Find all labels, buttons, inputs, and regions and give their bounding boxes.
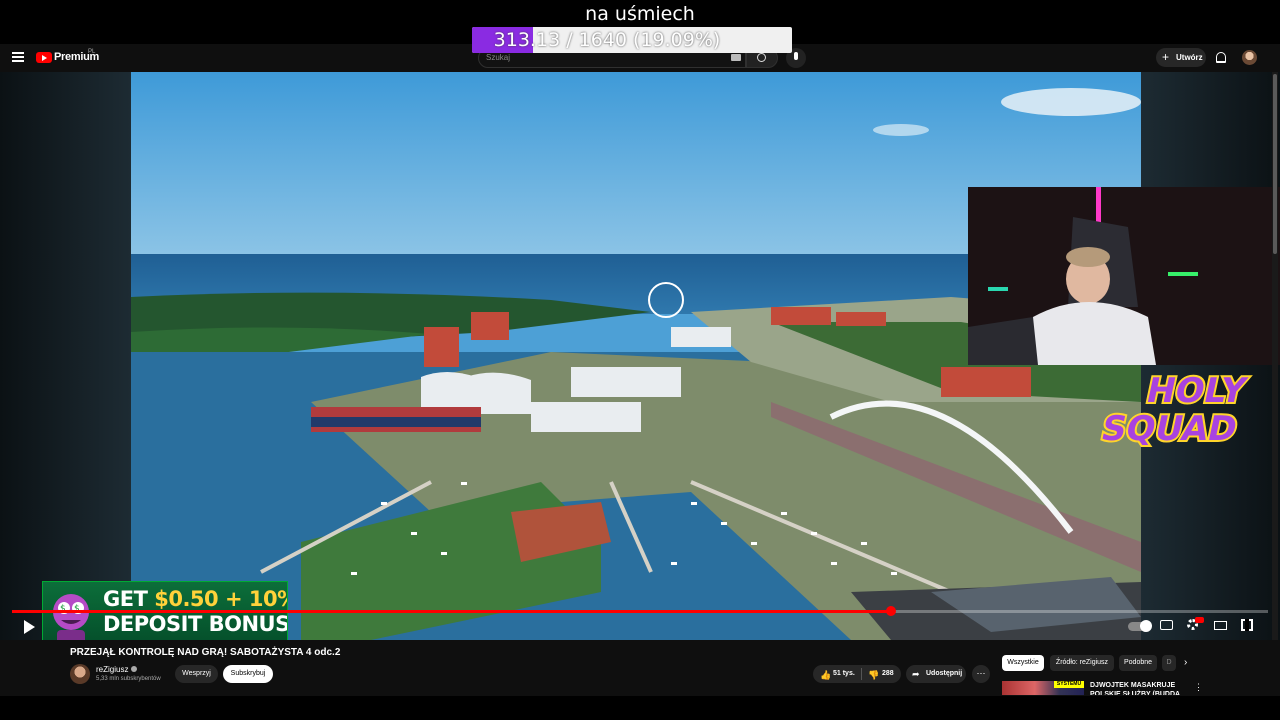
microphone-icon [794,52,798,60]
dislike-count[interactable]: 288 [882,670,894,677]
stream-overlay-caption: na uśmiech [585,3,695,25]
holy-squad-logo-image: HOLY SQUAD [1096,369,1253,451]
share-label: Udostępnij [926,670,963,677]
subscriber-count: 5,33 mln subskrybentów [96,676,161,682]
thumbnail-badge: SYSTEMU [1054,681,1084,688]
ambient-left [0,72,131,640]
search-placeholder: Szukaj [486,53,511,62]
chip-similar[interactable]: Podobne [1119,655,1157,671]
kebab-menu-icon[interactable]: ⋮ [1194,682,1203,693]
like-count[interactable]: 51 tys. [833,670,855,677]
monster-mascot-icon: $ $ [53,594,89,646]
bell-icon[interactable] [1216,52,1226,63]
holy-squad-logo: HOLY SQUAD [1090,368,1270,451]
video-title: PRZEJĄŁ KONTROLĘ NAD GRĄ! SABOTAŻYSTA 4 … [70,647,341,658]
search-icon [757,53,766,62]
streamer-webcam-image [968,187,1280,365]
theater-mode-icon[interactable] [1214,621,1227,630]
create-label: Utwórz [1176,53,1203,62]
hd-badge [1195,617,1204,623]
fullscreen-icon[interactable] [1241,619,1253,631]
plus-icon: + [1162,50,1170,64]
avatar[interactable] [1242,50,1257,65]
keyboard-icon[interactable] [731,54,741,61]
bottom-strip [0,696,1280,720]
like-divider [861,668,862,680]
webcam-overlay [968,187,1280,365]
subscribe-button[interactable]: Subskrybuj [223,665,273,683]
more-actions-button[interactable]: ⋯ [972,665,990,683]
youtube-logo-icon[interactable] [36,52,52,63]
chip-source[interactable]: Źródło: reZigiusz [1050,655,1114,671]
progress-bar-fill [12,610,892,613]
chip-truncated[interactable]: D [1162,655,1176,671]
channel-name[interactable]: reZigiusz [96,665,128,674]
logo-line1: HOLY [1143,371,1251,411]
chip-all[interactable]: Wszystkie [1002,655,1044,671]
ad-headline-line1: GET $0.50 + 10% [103,587,287,611]
play-button[interactable] [24,620,35,634]
ad-headline-line2: DEPOSIT BONUS [103,612,288,636]
share-icon: ➦ [912,669,920,679]
logo-line2: SQUAD [1098,409,1241,448]
donation-goal-text: 313.13 / 1640 (19.09%) [493,29,721,51]
verified-icon [131,666,137,672]
recommendation-title[interactable]: DJWOJTEK MASAKRUJE POLSKIE SŁUŻBY (BUDDA [1090,681,1190,695]
thumbs-down-icon[interactable]: 👎 [868,670,879,681]
thumbs-up-icon[interactable]: 👍 [820,670,831,681]
logo-region: PL [88,49,96,55]
scrollbar-thumb[interactable] [1273,74,1277,254]
donation-goal-bar: 313.13 / 1640 (19.09%) [472,27,792,53]
hamburger-icon[interactable] [12,52,24,62]
autoplay-toggle-knob [1140,620,1152,632]
channel-avatar[interactable] [70,664,90,684]
chevron-right-icon[interactable]: › [1184,657,1187,668]
subtitles-icon[interactable] [1160,620,1173,630]
support-button[interactable]: Wesprzyj [175,665,218,683]
